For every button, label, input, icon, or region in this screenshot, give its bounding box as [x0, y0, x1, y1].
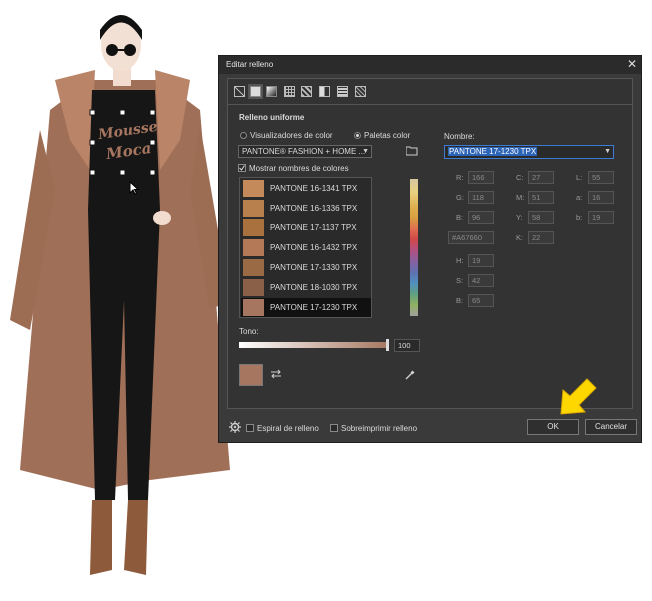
- label-m: M:: [516, 193, 525, 202]
- palette-select-value: PANTONE® FASHION + HOME ...: [242, 147, 366, 156]
- swatch-color: [243, 259, 264, 276]
- label-b: B:: [456, 213, 464, 222]
- tone-field[interactable]: 100: [394, 339, 420, 352]
- viewers-radio[interactable]: [240, 132, 247, 139]
- bitmap-pattern-icon[interactable]: [301, 86, 312, 97]
- label-g: G:: [456, 193, 464, 202]
- label-l: L:: [576, 173, 583, 182]
- h-field[interactable]: 19: [468, 254, 494, 267]
- swatch-name: PANTONE 16-1341 TPX: [270, 184, 358, 193]
- pattern-fill-icon[interactable]: [284, 86, 295, 97]
- close-icon[interactable]: ✕: [625, 57, 639, 71]
- swatch-list: PANTONE 16-1341 TPX PANTONE 16-1336 TPX …: [239, 177, 372, 318]
- fashion-illustration: [10, 15, 230, 575]
- chevron-down-icon: ▼: [362, 148, 369, 155]
- spiral-checkbox[interactable]: [246, 424, 254, 432]
- palette-color-strip[interactable]: [410, 179, 418, 316]
- spiral-label[interactable]: Espiral de relleno: [257, 424, 319, 433]
- label-y: Y:: [516, 213, 523, 222]
- swatch-color: [243, 239, 264, 256]
- tone-slider[interactable]: [239, 342, 389, 348]
- label-s: S:: [456, 276, 464, 285]
- tone-slider-handle[interactable]: [386, 339, 389, 351]
- palettes-radio-label[interactable]: Paletas color: [364, 131, 410, 140]
- title-bar: Editar relleno ✕: [219, 56, 641, 74]
- show-names-label[interactable]: Mostrar nombres de colores: [249, 164, 349, 173]
- cursor-icon: [129, 181, 139, 195]
- dialog-footer: Espiral de relleno Sobreimprimir relleno…: [219, 416, 641, 442]
- show-names-checkbox[interactable]: [238, 164, 246, 172]
- swatch-name: PANTONE 18-1030 TPX: [270, 283, 358, 292]
- list-item[interactable]: PANTONE 17-1137 TPX: [241, 218, 371, 237]
- gear-icon[interactable]: [229, 421, 241, 433]
- tone-label: Tono:: [239, 327, 259, 336]
- swatch-color: [243, 219, 264, 236]
- palette-select[interactable]: PANTONE® FASHION + HOME ... ▼: [238, 145, 372, 158]
- g-field[interactable]: 118: [468, 191, 494, 204]
- gradient-fill-icon[interactable]: [266, 86, 277, 97]
- eyedropper-icon[interactable]: [404, 369, 416, 381]
- ok-button[interactable]: OK: [527, 419, 579, 435]
- swatch-color: [243, 180, 264, 197]
- name-label: Nombre:: [444, 132, 475, 141]
- viewers-radio-label[interactable]: Visualizadores de color: [250, 131, 333, 140]
- overprint-label[interactable]: Sobreimprimir relleno: [341, 424, 417, 433]
- swatch-name: PANTONE 17-1230 TPX: [270, 303, 358, 312]
- m-field[interactable]: 51: [528, 191, 554, 204]
- two-color-pattern-icon[interactable]: [319, 86, 330, 97]
- uniform-fill-icon[interactable]: [250, 86, 261, 97]
- y-field[interactable]: 58: [528, 211, 554, 224]
- list-item[interactable]: PANTONE 17-1330 TPX: [241, 258, 371, 277]
- a-field[interactable]: 16: [588, 191, 614, 204]
- list-item-selected[interactable]: PANTONE 17-1230 TPX: [241, 298, 371, 317]
- swatch-color: [243, 279, 264, 296]
- swatch-name: PANTONE 16-1432 TPX: [270, 243, 358, 252]
- fill-type-toolbar: [227, 78, 633, 105]
- c-field[interactable]: 27: [528, 171, 554, 184]
- label-c: C:: [516, 173, 524, 182]
- list-item[interactable]: PANTONE 18-1030 TPX: [241, 278, 371, 297]
- hex-field[interactable]: #A67660: [448, 231, 494, 244]
- fill-content-panel: Relleno uniforme Visualizadores de color…: [227, 105, 633, 409]
- r-field[interactable]: 166: [468, 171, 494, 184]
- selected-color-preview: [239, 364, 263, 386]
- l-field[interactable]: 55: [588, 171, 614, 184]
- overprint-checkbox[interactable]: [330, 424, 338, 432]
- folder-icon[interactable]: [406, 146, 418, 156]
- texture-fill-icon[interactable]: [337, 86, 348, 97]
- lab-b-field[interactable]: 19: [588, 211, 614, 224]
- label-a: a:: [576, 193, 583, 202]
- cancel-button[interactable]: Cancelar: [585, 419, 637, 435]
- k-field[interactable]: 22: [528, 231, 554, 244]
- swap-color-icon[interactable]: [270, 368, 282, 380]
- s-field[interactable]: 42: [468, 274, 494, 287]
- name-field[interactable]: PANTONE 17-1230 TPX ▼: [444, 145, 614, 159]
- postscript-fill-icon[interactable]: [355, 86, 366, 97]
- bv-field[interactable]: 65: [468, 294, 494, 307]
- section-title: Relleno uniforme: [239, 113, 305, 122]
- list-item[interactable]: PANTONE 16-1336 TPX: [241, 199, 371, 218]
- list-item[interactable]: PANTONE 16-1432 TPX: [241, 238, 371, 257]
- no-fill-icon[interactable]: [234, 86, 245, 97]
- swatch-name: PANTONE 17-1137 TPX: [270, 223, 357, 232]
- name-field-value: PANTONE 17-1230 TPX: [448, 147, 538, 156]
- swatch-color: [243, 200, 264, 217]
- label-bv: B:: [456, 296, 464, 305]
- swatch-color: [243, 299, 264, 316]
- label-r: R:: [456, 173, 464, 182]
- b-field[interactable]: 96: [468, 211, 494, 224]
- chevron-down-icon: ▼: [604, 148, 611, 155]
- label-k: K:: [516, 233, 524, 242]
- yellow-arrow-icon: [560, 378, 597, 415]
- label-lab-b: b:: [576, 213, 583, 222]
- swatch-name: PANTONE 16-1336 TPX: [270, 204, 358, 213]
- swatch-name: PANTONE 17-1330 TPX: [270, 263, 358, 272]
- label-h: H:: [456, 256, 464, 265]
- palettes-radio[interactable]: [354, 132, 361, 139]
- dialog-title: Editar relleno: [226, 60, 274, 69]
- list-item[interactable]: PANTONE 16-1341 TPX: [241, 179, 371, 198]
